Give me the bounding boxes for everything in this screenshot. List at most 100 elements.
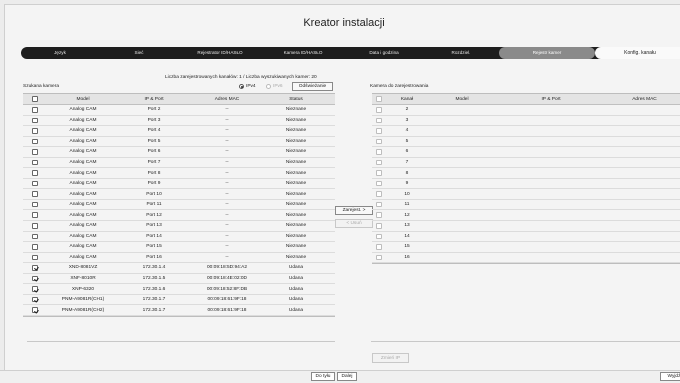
list-item[interactable]: 6 — [372, 147, 680, 158]
table-row[interactable]: Analog CAM Port 16 -- Nieznane — [23, 253, 335, 264]
row-checkbox[interactable] — [32, 286, 38, 292]
list-item[interactable]: 4 — [372, 126, 680, 137]
register-button[interactable]: Zarejest. > — [335, 206, 373, 215]
row-checkbox[interactable] — [32, 170, 38, 176]
channel-number: 3 — [405, 117, 409, 123]
table-row[interactable]: XND-8081VZ 172.30.1.4 00:09:18:5D:94:A2 Uda… — [23, 263, 335, 274]
back-button[interactable]: Do tyłu — [311, 372, 335, 381]
table-row[interactable]: Analog CAM Port 2 -- Nieznane — [23, 105, 335, 116]
table-row[interactable]: Analog CAM Port 6 -- Nieznane — [23, 147, 335, 158]
row-checkbox[interactable] — [32, 117, 38, 124]
channel-checkbox[interactable] — [376, 180, 382, 187]
row-checkbox[interactable] — [32, 307, 38, 313]
list-item[interactable]: 16 — [372, 253, 680, 264]
row-checkbox[interactable] — [32, 180, 38, 187]
table-row[interactable]: PNM-A9081R(CH2) 172.30.1.7 00:09:18:61:9F:… — [23, 305, 335, 316]
table-row[interactable]: Analog CAM Port 14 -- Nieznane — [23, 232, 335, 243]
channel-checkbox[interactable] — [376, 170, 382, 176]
remove-button[interactable]: < Usuń — [335, 219, 373, 228]
list-item[interactable]: 12 — [372, 210, 680, 222]
table-row[interactable]: Analog CAM Port 4 -- Nieznane — [23, 126, 335, 137]
channel-checkbox[interactable] — [376, 191, 382, 197]
channel-checkbox[interactable] — [376, 233, 382, 240]
channel-checkbox[interactable] — [376, 212, 382, 218]
row-checkbox[interactable] — [32, 275, 38, 282]
table-row[interactable]: Analog CAM Port 5 -- Nieznane — [23, 137, 335, 148]
table-row[interactable]: Analog CAM Port 9 -- Nieznane — [23, 179, 335, 190]
list-item[interactable]: 14 — [372, 232, 680, 243]
row-checkbox[interactable] — [32, 149, 38, 155]
row-checkbox[interactable] — [32, 265, 38, 271]
list-item[interactable]: 8 — [372, 168, 680, 179]
row-checkbox[interactable] — [32, 128, 38, 134]
list-item[interactable]: 13 — [372, 221, 680, 232]
exit-button[interactable]: Wyjdź — [660, 372, 680, 381]
row-model: Analog CAM — [69, 191, 97, 197]
table-row[interactable]: XNP-6320 172.30.1.6 00:09:18:52:8F:DB Udana — [23, 284, 335, 295]
list-item[interactable]: 10 — [372, 189, 680, 200]
row-checkbox[interactable] — [32, 244, 38, 250]
row-checkbox[interactable] — [32, 296, 38, 303]
row-checkbox[interactable] — [32, 159, 38, 166]
list-item[interactable]: 2 — [372, 105, 680, 116]
table-row[interactable]: Analog CAM Port 11 -- Nieznane — [23, 200, 335, 211]
row-mac: 00:09:18:61:9F:18 — [207, 307, 247, 313]
refresh-button[interactable]: Odświeżanie — [292, 82, 333, 91]
cameras-to-register-title: Kamera do zarejestrowania — [370, 84, 429, 89]
row-checkbox[interactable] — [32, 233, 38, 240]
row-status: Udana — [288, 297, 304, 303]
list-item[interactable]: 7 — [372, 158, 680, 169]
table-row[interactable]: Analog CAM Port 8 -- Nieznane — [23, 168, 335, 179]
table-row[interactable]: Analog CAM Port 3 -- Nieznane — [23, 116, 335, 127]
ipv4-radio[interactable]: IPv4 — [239, 84, 256, 89]
change-ip-button[interactable]: Zmień IP — [372, 353, 409, 363]
channel-checkbox[interactable] — [376, 201, 382, 208]
step-network[interactable]: Sieć — [99, 47, 179, 59]
table-row[interactable]: XNF-8010R 172.30.1.5 00:09:18:4E:02:0D Udan… — [23, 274, 335, 285]
channel-checkbox[interactable] — [376, 149, 382, 155]
row-status: Nieznane — [285, 107, 307, 113]
channel-checkbox[interactable] — [376, 107, 382, 113]
channel-checkbox[interactable] — [376, 159, 382, 166]
ipv6-radio[interactable]: IPv6 — [266, 84, 283, 89]
step-recorder-id-password[interactable]: Rejestrator ID/HASŁO — [179, 47, 261, 59]
table-row[interactable]: PNM-A9081R(CH1) 172.30.1.7 00:09:18:61:9F:… — [23, 295, 335, 306]
select-all-checkbox[interactable] — [32, 96, 38, 102]
row-checkbox[interactable] — [32, 201, 38, 208]
step-camera-id-password[interactable]: Kamera ID/HASŁO — [261, 47, 345, 59]
row-model: Analog CAM — [69, 107, 97, 113]
row-checkbox[interactable] — [32, 107, 38, 113]
row-checkbox[interactable] — [32, 254, 38, 261]
table-row[interactable]: Analog CAM Port 7 -- Nieznane — [23, 158, 335, 169]
table-row[interactable]: Analog CAM Port 13 -- Nieznane — [23, 221, 335, 232]
step-date-time[interactable]: Data i godzina — [345, 47, 423, 59]
channel-number: 2 — [405, 107, 409, 113]
row-checkbox[interactable] — [32, 191, 38, 197]
row-mac: -- — [225, 244, 229, 250]
step-camera-registration[interactable]: Rejestr kamer — [499, 47, 595, 59]
table-row[interactable]: Analog CAM Port 12 -- Nieznane — [23, 210, 335, 222]
select-all-registered-checkbox[interactable] — [376, 96, 382, 102]
registration-summary: Liczba zarejestrowanych kanałów: 1 / Lic… — [165, 75, 317, 80]
list-item[interactable]: 9 — [372, 179, 680, 190]
list-item[interactable]: 5 — [372, 137, 680, 148]
channel-checkbox[interactable] — [376, 138, 382, 145]
table-row[interactable]: Analog CAM Port 10 -- Nieznane — [23, 189, 335, 200]
step-language[interactable]: Język — [21, 47, 99, 59]
table-row[interactable]: Analog CAM Port 15 -- Nieznane — [23, 242, 335, 253]
row-checkbox[interactable] — [32, 138, 38, 145]
channel-checkbox[interactable] — [376, 223, 382, 229]
list-item[interactable]: 11 — [372, 200, 680, 211]
row-checkbox[interactable] — [32, 223, 38, 229]
channel-checkbox[interactable] — [376, 117, 382, 124]
list-item[interactable]: 15 — [372, 242, 680, 253]
list-item[interactable]: 3 — [372, 116, 680, 127]
channel-checkbox[interactable] — [376, 254, 382, 261]
row-checkbox[interactable] — [32, 212, 38, 218]
step-resolution[interactable]: Rozdziel. — [423, 47, 499, 59]
next-button[interactable]: Dalej — [337, 372, 357, 381]
step-channel-config[interactable]: Konfig. kanału — [595, 47, 680, 59]
channel-checkbox[interactable] — [376, 128, 382, 134]
channel-checkbox[interactable] — [376, 244, 382, 250]
channel-number: 6 — [405, 149, 409, 155]
